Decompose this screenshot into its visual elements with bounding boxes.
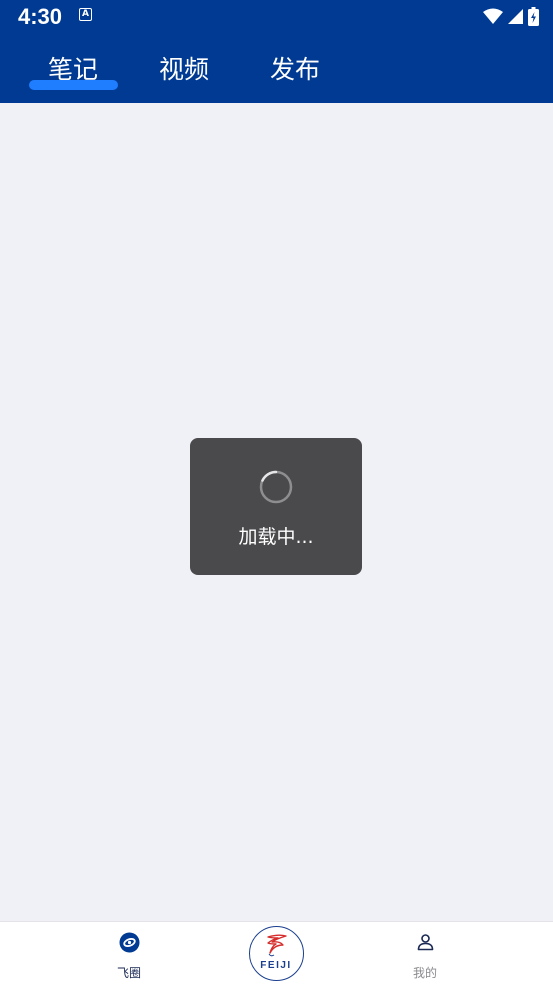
nav-label-feiquan: 飞圈 — [116, 966, 141, 980]
status-icons — [483, 6, 539, 26]
feiji-logo — [267, 934, 287, 957]
spinner-icon — [259, 470, 293, 504]
tab-publish[interactable]: 发布 — [270, 52, 320, 88]
app-header: 4:30 A 笔记 视频 发布 — [0, 0, 553, 103]
feiji-logo-button[interactable]: FEIJI — [249, 926, 304, 981]
loading-toast: 加载中... — [190, 438, 362, 575]
cellular-signal-icon — [508, 8, 523, 24]
wifi-icon — [483, 8, 503, 24]
loading-text: 加载中... — [238, 526, 314, 548]
nav-label-mine: 我的 — [412, 966, 437, 980]
feiquan-icon — [119, 932, 140, 953]
active-tab-indicator — [29, 80, 118, 90]
tab-video[interactable]: 视频 — [159, 52, 209, 88]
nav-item-feiquan[interactable]: 飞圈 — [84, 922, 174, 984]
text-notification-icon: A — [79, 8, 92, 21]
logo-text: FEIJI — [260, 960, 292, 971]
user-icon — [417, 934, 434, 951]
nav-item-mine[interactable]: 我的 — [380, 922, 470, 984]
status-bar: 4:30 A — [0, 0, 553, 34]
battery-charging-icon — [528, 6, 539, 26]
status-time: 4:30 — [18, 4, 63, 29]
